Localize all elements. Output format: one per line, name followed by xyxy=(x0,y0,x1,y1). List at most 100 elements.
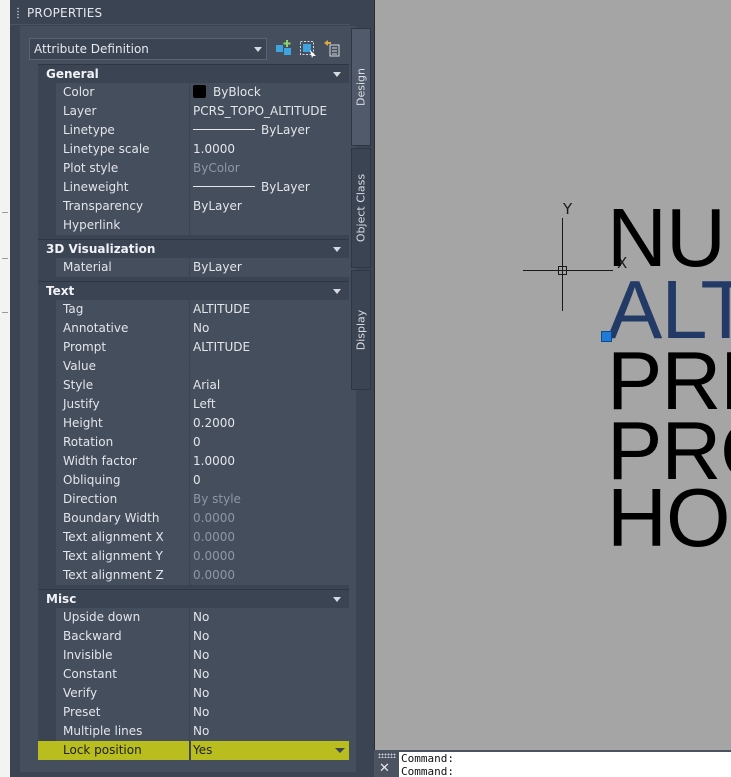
category-general[interactable]: General xyxy=(38,64,349,83)
property-name: Preset xyxy=(38,703,190,722)
property-value[interactable]: No xyxy=(191,684,349,703)
property-name: Boundary Width xyxy=(38,509,190,528)
property-row-height[interactable]: Height 0.2000 xyxy=(38,414,349,433)
property-row-value[interactable]: Value xyxy=(38,357,349,376)
attribute-text-line[interactable]: HOR xyxy=(607,476,731,559)
quick-select-icon xyxy=(324,40,340,57)
ucs-x-axis xyxy=(523,270,613,271)
toggle-pickadd-button[interactable] xyxy=(274,39,294,59)
property-row-multiple-lines[interactable]: Multiple lines No xyxy=(38,722,349,741)
strip-tick xyxy=(2,212,8,213)
property-row-transparency[interactable]: Transparency ByLayer xyxy=(38,197,349,216)
property-value[interactable]: No xyxy=(191,646,349,665)
property-row-obliquing[interactable]: Obliquing 0 xyxy=(38,471,349,490)
property-row-justify[interactable]: Justify Left xyxy=(38,395,349,414)
property-value: 0.0000 xyxy=(191,547,349,566)
properties-palette: PROPERTIES Attribute Definition General … xyxy=(10,0,374,777)
property-value[interactable]: No xyxy=(191,319,349,338)
category-misc[interactable]: Misc xyxy=(38,589,349,608)
property-value[interactable]: 0.2000 xyxy=(191,414,349,433)
tab-label: Design xyxy=(354,68,368,106)
property-grid: General Color ByBlock Layer PCRS_TOPO_AL… xyxy=(38,64,349,760)
property-value: 0.0000 xyxy=(191,528,349,547)
property-value[interactable]: 1.0000 xyxy=(191,452,349,471)
property-value[interactable]: ByLayer xyxy=(191,197,349,216)
drawing-canvas[interactable]: Y X NUM ALT PRE PRO HOR xyxy=(374,0,731,750)
property-row-prompt[interactable]: Prompt ALTITUDE xyxy=(38,338,349,357)
property-row-width-factor[interactable]: Width factor 1.0000 xyxy=(38,452,349,471)
property-row-plot-style[interactable]: Plot style ByColor xyxy=(38,159,349,178)
property-row-preset[interactable]: Preset No xyxy=(38,703,349,722)
property-value[interactable]: No xyxy=(191,703,349,722)
property-row-annotative[interactable]: Annotative No xyxy=(38,319,349,338)
property-value[interactable]: PCRS_TOPO_ALTITUDE xyxy=(191,102,349,121)
property-row-lock-position[interactable]: Lock position Yes xyxy=(38,741,349,760)
tab-display[interactable]: Display xyxy=(351,270,371,390)
property-value[interactable]: No xyxy=(191,665,349,684)
property-value[interactable]: No xyxy=(191,608,349,627)
dropdown-arrow-icon[interactable] xyxy=(335,748,345,753)
property-row-text-alignment-z[interactable]: Text alignment Z 0.0000 xyxy=(38,566,349,585)
property-row-direction[interactable]: Direction By style xyxy=(38,490,349,509)
property-row-backward[interactable]: Backward No xyxy=(38,627,349,646)
property-row-tag[interactable]: Tag ALTITUDE xyxy=(38,300,349,319)
property-value[interactable]: ALTITUDE xyxy=(191,300,349,319)
property-value[interactable]: Arial xyxy=(191,376,349,395)
property-row-verify[interactable]: Verify No xyxy=(38,684,349,703)
property-row-linetype-scale[interactable]: Linetype scale 1.0000 xyxy=(38,140,349,159)
property-row-hyperlink[interactable]: Hyperlink xyxy=(38,216,349,235)
quick-select-button[interactable] xyxy=(322,39,342,59)
property-name: Color xyxy=(38,83,190,102)
property-value-text: Yes xyxy=(193,743,213,757)
property-value[interactable] xyxy=(191,216,349,235)
property-value[interactable]: 0 xyxy=(191,433,349,452)
property-row-rotation[interactable]: Rotation 0 xyxy=(38,433,349,452)
background-window-strip xyxy=(0,0,10,777)
palette-title-bar[interactable]: PROPERTIES xyxy=(10,0,350,25)
property-row-constant[interactable]: Constant No xyxy=(38,665,349,684)
command-history[interactable]: Command: Command: xyxy=(399,752,731,777)
property-value[interactable] xyxy=(191,357,349,376)
property-value-lock-position[interactable]: Yes xyxy=(191,741,349,760)
close-icon[interactable]: ✕ xyxy=(379,762,390,775)
palette-title: PROPERTIES xyxy=(27,6,103,20)
collapse-arrow-icon[interactable] xyxy=(333,289,341,294)
property-value-color[interactable]: ByBlock xyxy=(191,83,349,102)
grip-handle-icon[interactable] xyxy=(16,7,20,19)
property-row-color[interactable]: Color ByBlock xyxy=(38,83,349,102)
property-value[interactable]: No xyxy=(191,627,349,646)
insertion-grip[interactable] xyxy=(601,331,612,342)
collapse-arrow-icon[interactable] xyxy=(333,247,341,252)
property-value[interactable]: ALTITUDE xyxy=(191,338,349,357)
property-row-layer[interactable]: Layer PCRS_TOPO_ALTITUDE xyxy=(38,102,349,121)
property-row-lineweight[interactable]: Lineweight ByLayer xyxy=(38,178,349,197)
property-row-boundary-width[interactable]: Boundary Width 0.0000 xyxy=(38,509,349,528)
grip-handle-icon[interactable] xyxy=(378,753,396,758)
object-type-dropdown[interactable]: Attribute Definition xyxy=(29,38,267,60)
property-row-invisible[interactable]: Invisible No xyxy=(38,646,349,665)
property-row-text-alignment-x[interactable]: Text alignment X 0.0000 xyxy=(38,528,349,547)
property-row-linetype[interactable]: Linetype ByLayer xyxy=(38,121,349,140)
property-value[interactable]: No xyxy=(191,722,349,741)
ucs-origin-box xyxy=(558,266,567,275)
property-value-lineweight[interactable]: ByLayer xyxy=(191,178,349,197)
property-row-text-alignment-y[interactable]: Text alignment Y 0.0000 xyxy=(38,547,349,566)
collapse-arrow-icon[interactable] xyxy=(333,597,341,602)
property-row-upside-down[interactable]: Upside down No xyxy=(38,608,349,627)
object-type-label: Attribute Definition xyxy=(34,42,149,56)
tab-object-class[interactable]: Object Class xyxy=(351,148,371,268)
tab-design[interactable]: Design xyxy=(351,28,371,146)
category-text[interactable]: Text xyxy=(38,281,349,300)
property-value[interactable]: Left xyxy=(191,395,349,414)
category-3d-visualization[interactable]: 3D Visualization xyxy=(38,239,349,258)
property-name: Hyperlink xyxy=(38,216,190,235)
collapse-arrow-icon[interactable] xyxy=(333,72,341,77)
property-value[interactable]: 0 xyxy=(191,471,349,490)
select-objects-button[interactable] xyxy=(298,39,318,59)
property-value-linetype[interactable]: ByLayer xyxy=(191,121,349,140)
property-value[interactable]: 1.0000 xyxy=(191,140,349,159)
property-row-material[interactable]: Material ByLayer xyxy=(38,258,349,277)
property-row-style[interactable]: Style Arial xyxy=(38,376,349,395)
property-value[interactable]: ByLayer xyxy=(191,258,349,277)
property-name: Material xyxy=(38,258,190,277)
